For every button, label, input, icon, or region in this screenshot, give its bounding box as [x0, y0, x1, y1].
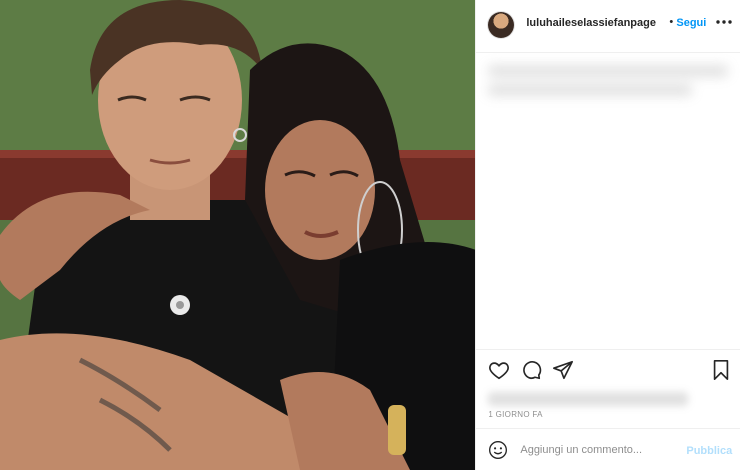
comment-bubble-icon[interactable]	[520, 359, 542, 381]
photo-illustration	[0, 0, 476, 470]
more-options-icon[interactable]	[716, 20, 732, 24]
comment-input[interactable]	[520, 439, 671, 461]
bookmark-icon[interactable]	[710, 359, 732, 381]
post-header: luluhaileselassiefanpage • Segui	[476, 0, 740, 53]
username-link[interactable]: luluhaileselassiefanpage	[526, 17, 656, 29]
post-timestamp[interactable]: 1 GIORNO FA	[488, 410, 542, 419]
post-side-panel: luluhaileselassiefanpage • Segui 1 GIORN…	[475, 0, 740, 470]
follow-button[interactable]: Segui	[676, 17, 706, 29]
separator-dot: •	[669, 16, 674, 28]
post-actions-bar	[476, 349, 740, 390]
instagram-post: luluhaileselassiefanpage • Segui 1 GIORN…	[0, 0, 740, 470]
paper-plane-icon[interactable]	[552, 359, 574, 381]
emoji-icon[interactable]	[488, 440, 508, 460]
post-photo[interactable]	[0, 0, 476, 470]
blurred-likes	[488, 392, 689, 406]
comment-form: Pubblica	[476, 428, 740, 471]
blurred-caption	[488, 66, 729, 116]
publish-button[interactable]: Pubblica	[686, 445, 732, 457]
heart-icon[interactable]	[488, 359, 510, 381]
avatar[interactable]	[488, 12, 515, 38]
